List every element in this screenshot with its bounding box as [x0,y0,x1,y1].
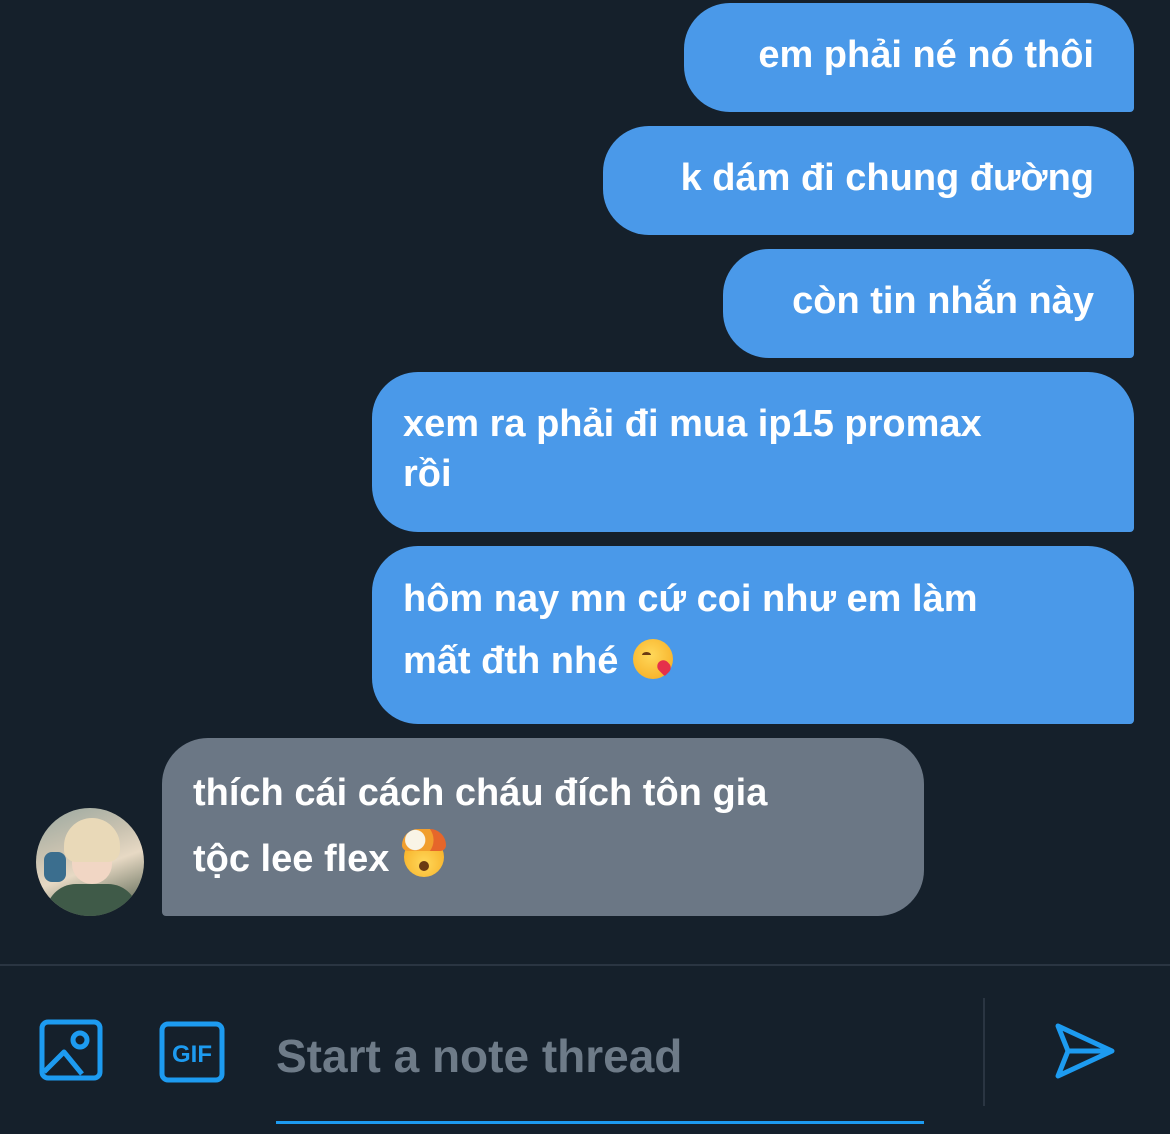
message-bubble-sent[interactable]: hôm nay mn cứ coi như em làm mất đth nhé [372,546,1134,724]
message-text-line: thích cái cách cháu đích tôn gia [193,772,768,814]
send-icon[interactable] [1052,1018,1118,1084]
message-bubble-sent[interactable]: xem ra phải đi mua ip15 promax rồi [372,372,1134,532]
message-text: em phải né nó thôi [758,34,1094,76]
message-text-line: xem ra phải đi mua ip15 promax [403,403,982,445]
avatar[interactable] [36,808,144,916]
message-thread: em phải né nó thôi k dám đi chung đường … [0,0,1170,965]
composer-separator [983,998,985,1106]
message-text: k dám đi chung đường [680,157,1094,199]
face-blowing-kiss-icon [632,639,673,679]
message-bubble-received[interactable]: thích cái cách cháu đích tôn gia tộc lee… [162,738,924,916]
note-thread-field[interactable] [276,1012,924,1124]
message-text-line: tộc lee flex [193,829,894,885]
message-text-line: hôm nay mn cứ coi như em làm [403,578,978,620]
message-text: mất đth nhé [403,640,619,682]
message-bubble-sent[interactable]: em phải né nó thôi [684,3,1134,112]
message-text-line: mất đth nhé [403,635,1104,687]
image-icon[interactable] [38,1018,106,1084]
gif-label: GIF [172,1041,212,1068]
exploding-head-icon [401,829,446,877]
dm-screen: em phải né nó thôi k dám đi chung đường … [0,0,1170,1134]
message-bubble-sent[interactable]: k dám đi chung đường [603,126,1134,235]
message-text: tộc lee flex [193,838,390,880]
note-thread-input[interactable] [276,1026,924,1086]
gif-icon[interactable]: GIF [158,1020,226,1084]
message-composer: GIF [0,966,1170,1134]
message-bubble-sent[interactable]: còn tin nhắn này [723,249,1134,358]
message-text: còn tin nhắn này [792,280,1094,322]
message-text-line: rồi [403,453,452,495]
